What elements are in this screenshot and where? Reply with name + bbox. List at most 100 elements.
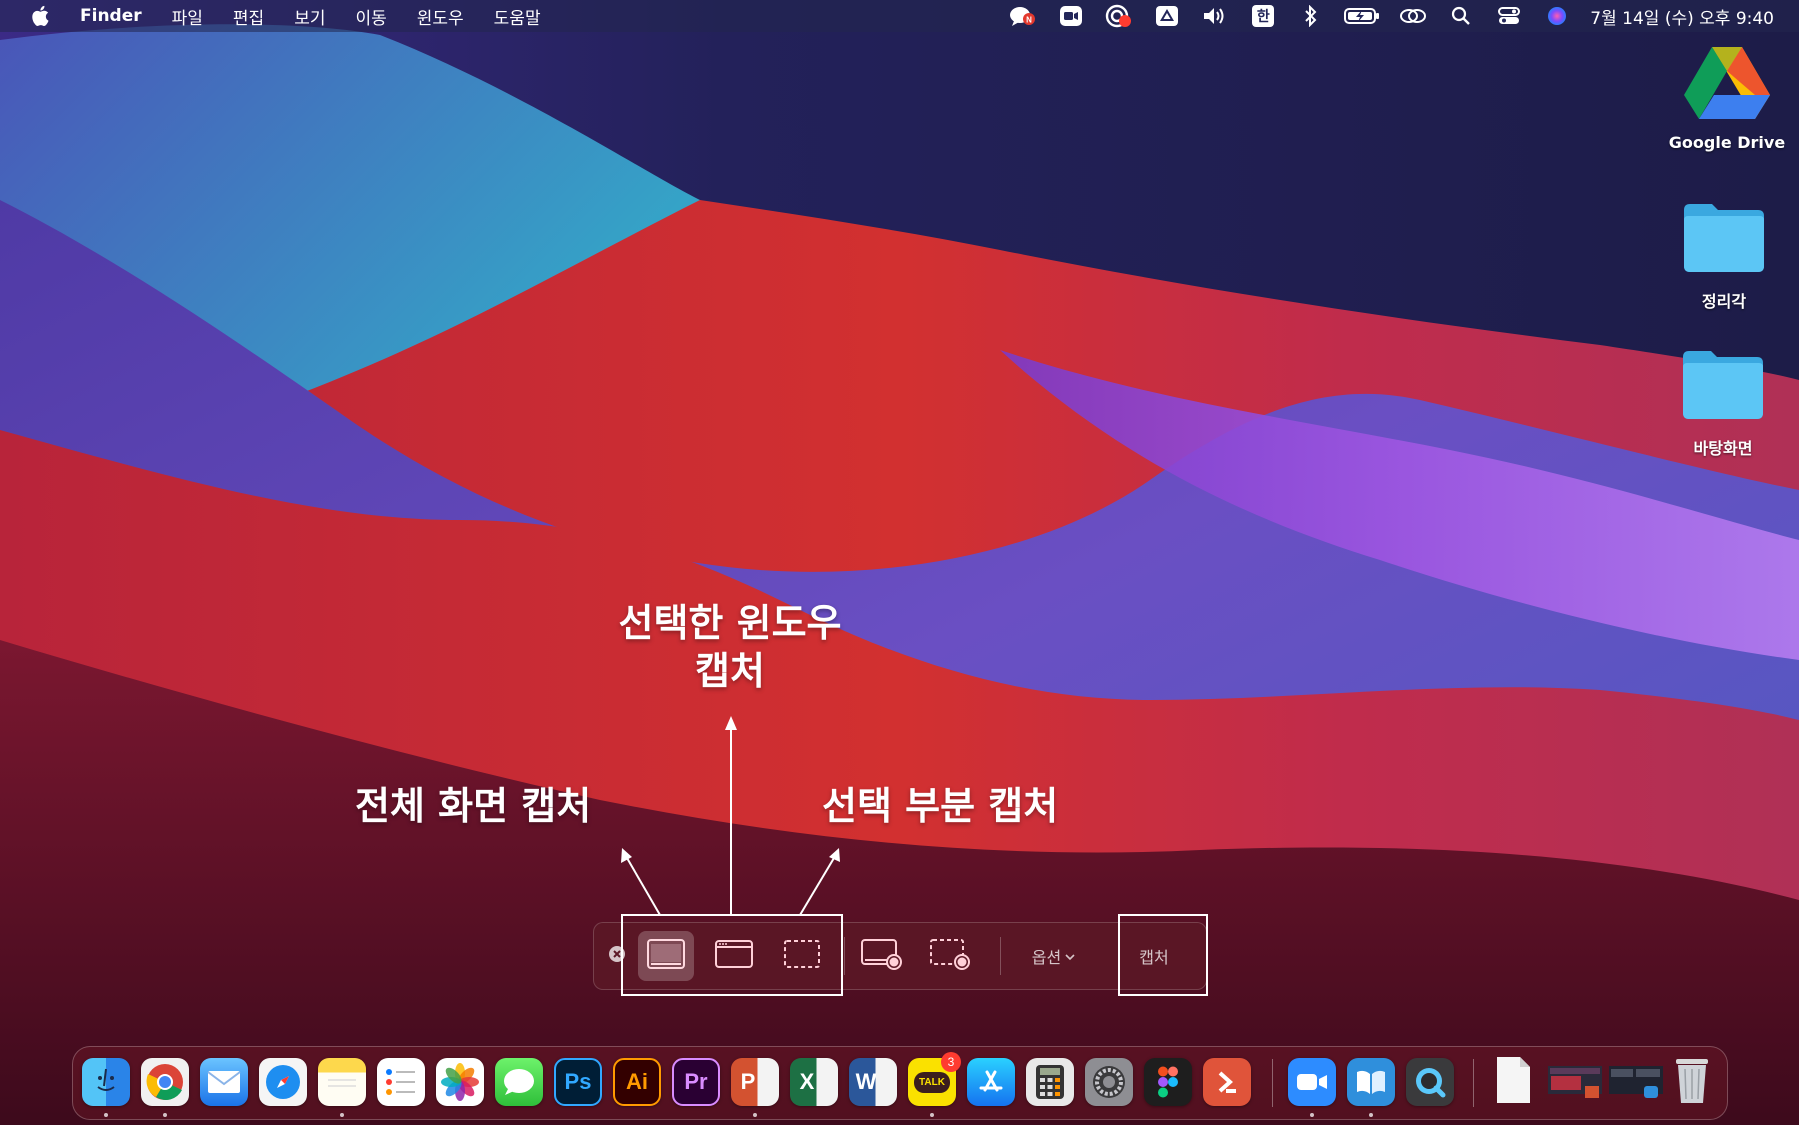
desktop-item-label: 바탕화면 [1693,439,1753,458]
volume-icon[interactable] [1200,4,1230,28]
running-indicator [1369,1113,1373,1117]
airplay-icon[interactable] [1398,4,1428,28]
menu-help[interactable]: 도움말 [494,4,541,29]
remote-desktop-icon [1203,1058,1251,1106]
dock-kakaotalk[interactable]: TALK 3 [907,1052,961,1117]
svg-text:N: N [1026,16,1032,25]
dock-safari[interactable] [258,1055,308,1109]
dictionary-icon [1347,1058,1395,1106]
toolbar-separator [844,937,845,975]
dock-document[interactable] [1488,1055,1538,1109]
mail-icon [200,1058,248,1106]
dock-excel[interactable]: X [789,1055,839,1109]
capture-window-button[interactable] [706,931,762,981]
capture-entire-screen-button[interactable] [638,931,694,981]
google-drive-icon[interactable] [1152,4,1182,28]
control-center-icon[interactable] [1494,4,1524,28]
dock-mail[interactable] [199,1055,249,1109]
dock-finder[interactable] [81,1055,131,1117]
excel-label: X [799,1069,815,1094]
dock-remote-desktop[interactable] [1202,1055,1252,1109]
zoom-icon[interactable] [1056,4,1086,28]
running-indicator [104,1113,108,1117]
toolbar-separator [1000,937,1001,975]
dock-premiere[interactable]: Pr [671,1055,721,1109]
dock-notes[interactable] [317,1055,367,1117]
dock-trash[interactable] [1667,1055,1717,1109]
menu-file[interactable]: 파일 [172,4,203,29]
menu-app-name[interactable]: Finder [80,6,142,26]
messages-icon [495,1058,543,1106]
dock-illustrator[interactable]: Ai [612,1055,662,1109]
menu-view[interactable]: 보기 [294,4,325,29]
siri-icon[interactable] [1542,4,1572,28]
dock-separator [1473,1059,1474,1107]
menu-edit[interactable]: 편집 [233,4,264,29]
menu-bar: Finder 파일 편집 보기 이동 윈도우 도움말 N 한 7월 14일 (수… [0,0,1799,32]
dock: Ps Ai Pr P X W TALK 3 [72,1046,1728,1120]
record-entire-screen-icon [860,937,904,975]
zoom-icon [1288,1058,1336,1106]
dock-photos[interactable] [435,1055,485,1109]
word-icon: W [849,1058,897,1106]
quicktime-icon [1406,1058,1454,1106]
capture-label: 캡처 [1139,948,1169,967]
desktop-item-folder-desktop[interactable]: 바탕화면 [1671,347,1775,459]
input-source-label: 한 [1252,5,1275,27]
bluetooth-icon[interactable] [1296,4,1326,28]
dock-naver-dictionary[interactable] [1346,1055,1396,1117]
document-icon [1493,1055,1533,1109]
desktop-item-folder-jeongrigak[interactable]: 정리각 [1672,200,1776,312]
screenshot-toolbar: 옵션 캡처 [593,922,1207,990]
running-indicator [163,1113,167,1117]
running-indicator [930,1113,934,1117]
annotation-window-line2: 캡처 [695,648,765,693]
desktop-item-google-drive[interactable]: Google Drive [1667,45,1787,152]
screenshot-thumbnail-icon [1547,1060,1603,1104]
apple-menu-icon[interactable] [28,4,52,28]
dock-reminders[interactable] [376,1055,426,1109]
premiere-icon: Pr [672,1058,720,1106]
word-label: W [855,1069,877,1094]
dock-word[interactable]: W [848,1055,898,1109]
running-indicator [340,1113,344,1117]
figma-icon [1144,1058,1192,1106]
record-selection-button[interactable] [922,931,978,981]
close-button[interactable] [606,931,628,981]
capture-button[interactable]: 캡처 [1119,931,1189,981]
dock-chrome[interactable] [140,1055,190,1117]
record-entire-screen-button[interactable] [854,931,910,981]
annotation-window-line1: 선택한 윈도우 [618,601,842,645]
kakaotalk-label: TALK [914,1071,950,1093]
dock-quicktime[interactable] [1405,1055,1455,1109]
dock-app-store[interactable] [966,1055,1016,1109]
annotation-full-screen: 전체 화면 캡처 [355,784,592,828]
powerpoint-icon: P [731,1058,779,1106]
dock-zoom[interactable] [1287,1055,1337,1117]
dock-photoshop[interactable]: Ps [553,1055,603,1109]
menu-clock[interactable]: 7월 14일 (수) 오후 9:40 [1590,4,1774,29]
dock-separator [1272,1059,1273,1107]
dock-calculator[interactable] [1025,1055,1075,1109]
input-source-icon[interactable]: 한 [1248,4,1278,28]
dock-figma[interactable] [1143,1055,1193,1109]
capture-window-icon [714,938,754,974]
battery-icon[interactable] [1344,4,1380,28]
dock-messages[interactable] [494,1055,544,1109]
capture-selection-button[interactable] [774,931,830,981]
dock-recent-screenshot[interactable] [1547,1055,1603,1109]
menu-window[interactable]: 윈도우 [417,4,464,29]
dock-system-preferences[interactable] [1084,1055,1134,1109]
record-selection-icon [928,937,972,975]
dock-powerpoint[interactable]: P [730,1055,780,1117]
options-menu-button[interactable]: 옵션 [1014,931,1094,981]
menu-go[interactable]: 이동 [355,4,386,29]
notes-icon [318,1058,366,1106]
naver-talk-icon[interactable]: N [1008,4,1038,28]
recording-icon[interactable] [1104,4,1134,28]
finder-icon [82,1058,130,1106]
dock-recent-window[interactable] [1608,1055,1664,1109]
photos-icon [436,1058,484,1106]
trash-icon [1672,1055,1712,1109]
spotlight-icon[interactable] [1446,4,1476,28]
